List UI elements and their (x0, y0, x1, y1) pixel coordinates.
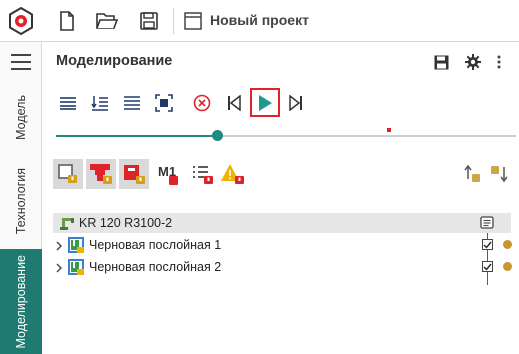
tree-row[interactable]: Черновая послойная 1 (53, 235, 512, 257)
tree-row[interactable]: Черновая послойная 2 (53, 257, 512, 279)
operation-checkbox[interactable] (482, 239, 493, 250)
roughing-operation-icon (67, 258, 85, 279)
toolbar-separator (173, 8, 174, 34)
status-dot (503, 240, 512, 249)
simulation-panel: Моделирование M1 KR 120 R3100-2 Черновая… (43, 42, 519, 354)
list-view-icon[interactable] (57, 92, 79, 114)
holder-error-filter-icon[interactable] (119, 159, 149, 189)
slider-thumb[interactable] (212, 130, 223, 141)
notes-icon[interactable] (480, 216, 494, 233)
top-toolbar: Новый проект (0, 0, 519, 42)
sidebar: Модель Технология Моделирование (0, 42, 42, 354)
tab-simulation-label: Моделирование (14, 254, 28, 349)
app-logo-icon (6, 6, 36, 36)
project-title: Новый проект (210, 12, 309, 28)
tab-technology-label: Технология (14, 167, 28, 235)
step-back-icon[interactable] (223, 92, 245, 114)
justify-list-icon[interactable] (121, 92, 143, 114)
sort-down-icon[interactable] (485, 159, 515, 189)
slider-event-marker (387, 128, 392, 132)
save-icon[interactable] (432, 53, 450, 71)
play-button[interactable] (254, 92, 276, 114)
stop-icon[interactable] (191, 92, 213, 114)
tab-technology[interactable]: Технология (0, 152, 42, 250)
robot-icon (59, 215, 75, 234)
tab-simulation[interactable]: Моделирование (0, 249, 42, 354)
menu-icon[interactable] (11, 54, 31, 70)
roughing-operation-icon (67, 236, 85, 257)
panel-title: Моделирование (56, 53, 173, 69)
sort-up-icon[interactable] (457, 159, 487, 189)
machine-error-badge-icon (169, 176, 178, 185)
open-folder-icon[interactable] (95, 9, 119, 33)
sorted-list-icon[interactable] (89, 92, 111, 114)
tree-item-label: Черновая послойная 1 (89, 238, 222, 252)
status-dot (503, 262, 512, 271)
tab-model-label: Модель (14, 94, 28, 140)
chevron-right-icon[interactable] (55, 240, 63, 254)
operation-checkbox[interactable] (482, 261, 493, 272)
slider-fill (56, 135, 217, 137)
save-icon[interactable] (137, 9, 161, 33)
focus-frame-icon[interactable] (153, 92, 175, 114)
more-options-icon[interactable] (490, 53, 508, 71)
tree-root-label: KR 120 R3100-2 (79, 216, 173, 230)
project-window-icon (181, 9, 205, 33)
warning-icon[interactable] (218, 159, 248, 189)
operations-list-icon[interactable] (187, 159, 217, 189)
tree-root-row[interactable]: KR 120 R3100-2 (53, 213, 511, 233)
tree-item-label: Черновая послойная 2 (89, 260, 222, 274)
chevron-right-icon[interactable] (55, 262, 63, 276)
gear-icon[interactable] (464, 53, 482, 71)
step-forward-icon[interactable] (285, 92, 307, 114)
collision-filter-icon[interactable] (53, 159, 83, 189)
tool-error-filter-icon[interactable] (86, 159, 116, 189)
simulation-slider[interactable] (56, 128, 516, 141)
tab-model[interactable]: Модель (0, 84, 42, 150)
new-file-icon[interactable] (55, 9, 79, 33)
